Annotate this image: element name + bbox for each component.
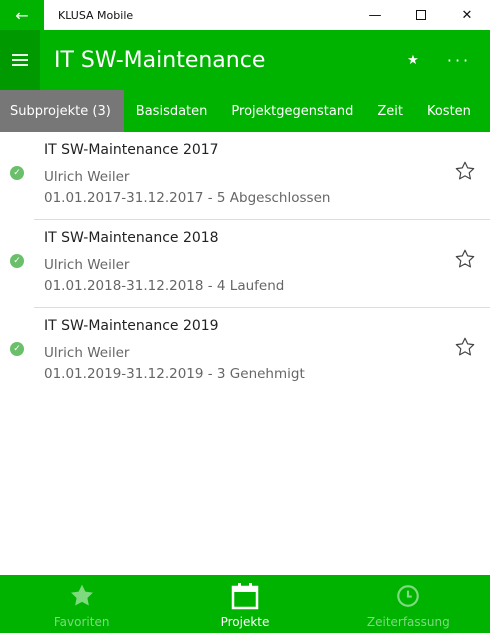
close-button[interactable]: ✕ bbox=[444, 0, 490, 30]
clock-icon bbox=[395, 583, 421, 609]
project-name: IT SW-Maintenance 2019 bbox=[44, 318, 219, 334]
checkmark-icon: ✓ bbox=[10, 166, 24, 180]
calendar-icon bbox=[230, 583, 260, 610]
nav-projekte[interactable]: Projekte bbox=[163, 575, 326, 633]
maximize-button[interactable] bbox=[398, 0, 444, 30]
tab-bar: Subprojekte (3) Basisdaten Projektgegens… bbox=[0, 90, 490, 132]
project-dates-status: 01.01.2019-31.12.2019 - 3 Genehmigt bbox=[44, 366, 305, 382]
maximize-icon bbox=[416, 10, 426, 20]
tab-zeit[interactable]: Zeit bbox=[365, 90, 415, 132]
project-owner: Ulrich Weiler bbox=[44, 257, 130, 273]
nav-favoriten[interactable]: Favoriten bbox=[0, 575, 163, 633]
app-title: KLUSA Mobile bbox=[58, 8, 134, 22]
nav-label: Projekte bbox=[220, 615, 270, 629]
tab-kosten[interactable]: Kosten bbox=[415, 90, 483, 132]
list-item[interactable]: ✓ IT SW-Maintenance 2019 Ulrich Weiler 0… bbox=[0, 308, 490, 396]
bottom-navigation: Favoriten Projekte Zeiterfassung bbox=[0, 575, 490, 633]
app-header: IT SW-Maintenance ★ ··· bbox=[0, 30, 490, 90]
project-name: IT SW-Maintenance 2018 bbox=[44, 230, 219, 246]
star-outline-icon[interactable] bbox=[454, 160, 476, 182]
arrow-left-icon: ← bbox=[15, 5, 29, 25]
tab-projektgegenstand[interactable]: Projektgegenstand bbox=[219, 90, 365, 132]
minimize-button[interactable]: — bbox=[352, 0, 398, 30]
tab-subprojekte[interactable]: Subprojekte (3) bbox=[0, 90, 124, 132]
app-window: ← KLUSA Mobile — ✕ IT SW-Maintenance ★ ·… bbox=[0, 0, 490, 633]
favorite-button[interactable]: ★ bbox=[398, 53, 428, 68]
title-bar: ← KLUSA Mobile — ✕ bbox=[0, 0, 490, 30]
more-button[interactable]: ··· bbox=[428, 51, 490, 70]
project-owner: Ulrich Weiler bbox=[44, 345, 130, 361]
page-title: IT SW-Maintenance bbox=[54, 47, 266, 73]
nav-zeiterfassung[interactable]: Zeiterfassung bbox=[327, 575, 490, 633]
back-button[interactable]: ← bbox=[0, 0, 44, 30]
nav-label: Favoriten bbox=[53, 615, 110, 629]
project-name: IT SW-Maintenance 2017 bbox=[44, 142, 219, 158]
star-icon bbox=[68, 583, 96, 609]
project-owner: Ulrich Weiler bbox=[44, 169, 130, 185]
more-icon: ··· bbox=[446, 50, 472, 70]
checkmark-icon: ✓ bbox=[10, 342, 24, 356]
close-icon: ✕ bbox=[461, 7, 473, 23]
project-dates-status: 01.01.2017-31.12.2017 - 5 Abgeschlossen bbox=[44, 190, 331, 206]
menu-button[interactable] bbox=[0, 30, 40, 90]
star-outline-icon[interactable] bbox=[454, 336, 476, 358]
tab-basisdaten[interactable]: Basisdaten bbox=[124, 90, 220, 132]
hamburger-icon bbox=[12, 59, 28, 61]
list-item[interactable]: ✓ IT SW-Maintenance 2017 Ulrich Weiler 0… bbox=[0, 132, 490, 220]
list-item[interactable]: ✓ IT SW-Maintenance 2018 Ulrich Weiler 0… bbox=[0, 220, 490, 308]
subproject-list: ✓ IT SW-Maintenance 2017 Ulrich Weiler 0… bbox=[0, 132, 490, 396]
project-dates-status: 01.01.2018-31.12.2018 - 4 Laufend bbox=[44, 278, 285, 294]
minimize-icon: — bbox=[368, 7, 382, 23]
checkmark-icon: ✓ bbox=[10, 254, 24, 268]
star-icon: ★ bbox=[407, 52, 419, 68]
star-outline-icon[interactable] bbox=[454, 248, 476, 270]
nav-label: Zeiterfassung bbox=[366, 615, 450, 629]
